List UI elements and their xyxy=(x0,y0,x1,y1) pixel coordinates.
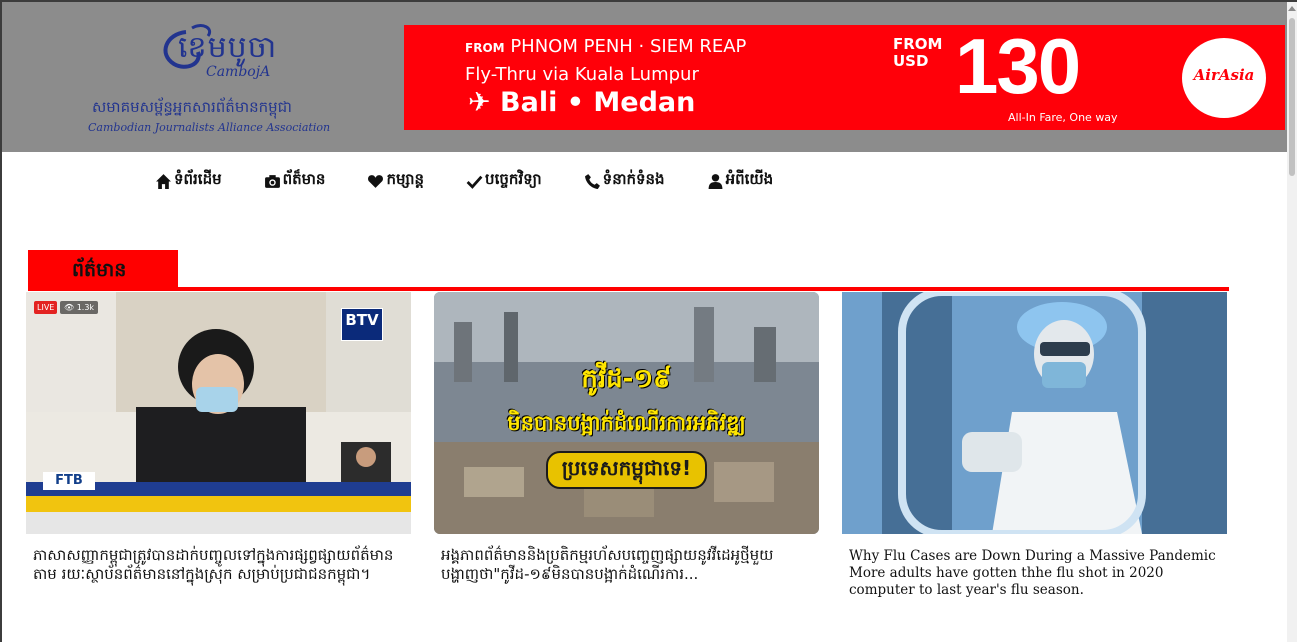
nav-item-technology[interactable]: បច្ចេកវិទ្យា xyxy=(466,168,542,194)
logo-khmer-name: សមាគមសម្ព័ន្ធអ្នកសារព័ត៌មានកម្ពុជា xyxy=(92,98,292,116)
nav-item-home[interactable]: ទំព័រដើម xyxy=(155,168,222,194)
main-nav: ទំព័រដើម ព័ត៏មាន កម្សាន្ត បច្ចេកវិទ្យា ទ… xyxy=(155,168,815,194)
article-card[interactable]: កូវីដ-១៩ មិនបានបង្អាក់ដំណើរការអភិវឌ្ឍ ប្… xyxy=(434,292,819,584)
nav-item-label: បច្ចេកវិទ្យា xyxy=(485,170,542,188)
nav-item-entertainment[interactable]: កម្សាន្ត xyxy=(367,168,424,194)
nav-item-news[interactable]: ព័ត៏មាន xyxy=(264,168,326,194)
home-icon xyxy=(156,173,171,189)
logo-english-name: Cambodian Journalists Alliance Associati… xyxy=(88,121,331,134)
logo-latin-name: CambojA xyxy=(206,64,271,80)
ftb-sponsor-logo: FTB xyxy=(43,472,95,490)
banner-route: FROM PHNOM PENH · SIEM REAP xyxy=(465,36,747,57)
article-title[interactable]: អង្គភាពព័ត៌មាននិងប្រតិកម្មរហ័សបញ្ចេញផ្សា… xyxy=(434,546,819,584)
airasia-logo-text: AirAsia xyxy=(1193,66,1255,84)
camera-icon xyxy=(264,174,280,188)
article-title[interactable]: Why Flu Cases are Down During a Massive … xyxy=(842,548,1227,599)
nav-item-label: ទំនាក់ទំនង xyxy=(602,170,665,188)
banner-fare-note: All-In Fare, One way xyxy=(1008,111,1118,124)
heart-icon xyxy=(368,174,384,188)
article-card[interactable]: LIVE 👁 1.3k BTV FTB ភាសាសញ្ញាកម្ពុជាត្រូ… xyxy=(26,292,411,584)
section-title: ព័ត៌មាន xyxy=(72,259,127,281)
section-divider xyxy=(28,287,1229,291)
banner-destinations: ✈ Bali • Medan xyxy=(468,87,696,118)
nav-item-about[interactable]: អំពីយើង xyxy=(707,168,774,194)
airasia-logo: AirAsia xyxy=(1182,38,1266,118)
banner-via: Fly-Thru via Kuala Lumpur xyxy=(465,64,699,85)
banner-price-prefix: FROM USD xyxy=(893,35,943,70)
site-header: ខេមបូចា CambojA សមាគមសម្ព័ន្ធអ្នកសារព័ត៌… xyxy=(2,2,1287,152)
live-badge: LIVE xyxy=(34,301,58,314)
headline-line: មិនបានបង្អាក់ដំណើរការអភិវឌ្ឍ xyxy=(507,411,746,435)
btv-channel-logo: BTV xyxy=(341,308,383,341)
view-count-badge: 👁 1.3k xyxy=(60,301,99,314)
thumbnail-headline: កូវីដ-១៩ មិនបានបង្អាក់ដំណើរការអភិវឌ្ឍ ប្… xyxy=(434,362,819,489)
lab-scientist-thumbnail xyxy=(842,292,1227,534)
scroll-thumb[interactable] xyxy=(1289,18,1295,176)
scroll-up-arrow-icon[interactable] xyxy=(1288,6,1296,11)
nav-item-label: ព័ត៏មាន xyxy=(282,170,326,188)
headline-pill: ប្រទេសកម្ពុជាទេ! xyxy=(545,451,708,489)
user-icon xyxy=(708,173,722,189)
article-image[interactable]: កូវីដ-១៩ មិនបានបង្អាក់ដំណើរការអភិវឌ្ឍ ប្… xyxy=(434,292,819,534)
article-card[interactable]: Why Flu Cases are Down During a Massive … xyxy=(842,292,1227,599)
headline-line: កូវីដ-១៩ xyxy=(581,364,672,394)
site-logo[interactable]: ខេមបូចា CambojA សមាគមសម្ព័ន្ធអ្នកសារព័ត៌… xyxy=(86,24,348,139)
article-image[interactable] xyxy=(842,292,1227,534)
article-title[interactable]: ភាសាសញ្ញាកម្ពុជាត្រូវបានដាក់បញ្ចូលទៅក្នុ… xyxy=(26,546,411,584)
page-scrollbar[interactable] xyxy=(1287,2,1297,642)
banner-price: 130 xyxy=(955,25,1081,110)
article-image[interactable]: LIVE 👁 1.3k BTV FTB xyxy=(26,292,411,534)
check-icon xyxy=(466,175,483,189)
nav-item-label: កម្សាន្ត xyxy=(386,170,425,188)
airasia-ad-banner[interactable]: FROM PHNOM PENH · SIEM REAP Fly-Thru via… xyxy=(404,25,1285,130)
phone-icon xyxy=(584,173,600,189)
nav-item-contact[interactable]: ទំនាក់ទំនង xyxy=(584,168,665,194)
nav-item-label: អំពីយើង xyxy=(725,170,774,188)
nav-item-label: ទំព័រដើម xyxy=(174,170,222,188)
